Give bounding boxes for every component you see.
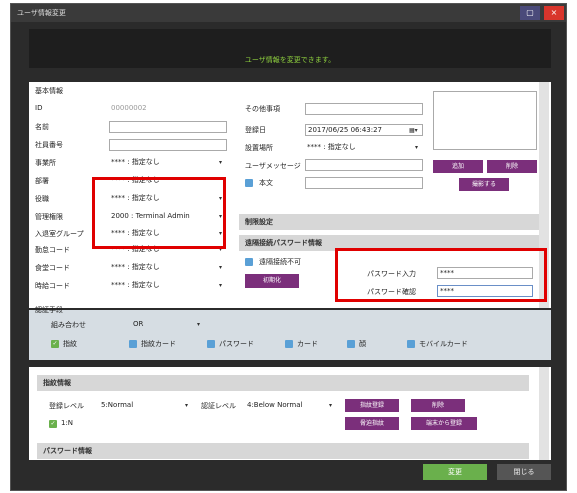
password-checkbox[interactable] xyxy=(207,340,215,348)
change-button[interactable]: 変更 xyxy=(423,464,487,480)
office-dropdown-icon[interactable]: ▾ xyxy=(219,159,222,166)
one-to-n-label: 1:N xyxy=(61,419,74,427)
remote-disable-label: 遠隔接続不可 xyxy=(259,258,301,266)
close-window-button[interactable]: × xyxy=(544,6,564,20)
combo-label: 組み合わせ xyxy=(51,321,86,329)
body-label: 本文 xyxy=(259,179,273,187)
department-label: 部署 xyxy=(35,177,49,185)
capture-button[interactable]: 撮影する xyxy=(459,178,509,191)
method-password: パスワード xyxy=(219,340,254,348)
admin-level-label: 管理権限 xyxy=(35,213,63,221)
fingerprint-header: 指紋情報 xyxy=(37,375,529,391)
combo-select[interactable]: OR xyxy=(133,318,193,330)
reg-date-label: 登録日 xyxy=(245,126,266,134)
highlight-box-right xyxy=(335,248,547,302)
auth-level-label: 認証レベル xyxy=(201,402,236,410)
password-info-header: パスワード情報 xyxy=(37,443,529,459)
reg-date-input[interactable]: 2017/06/25 06:43:27 xyxy=(305,124,423,136)
title-bar: ユーザ情報変更 ▢ × xyxy=(11,4,566,22)
fingerprint-register-button[interactable]: 指紋登録 xyxy=(345,399,399,412)
method-fingerprint-card: 指紋カード xyxy=(141,340,176,348)
message-input[interactable] xyxy=(305,159,423,171)
method-fingerprint: 指紋 xyxy=(63,340,77,348)
office-select[interactable]: **** : 指定なし xyxy=(111,156,223,168)
other-label: その他事項 xyxy=(245,105,280,113)
photo-add-button[interactable]: 追加 xyxy=(433,160,483,173)
fingerprint-card-checkbox[interactable] xyxy=(129,340,137,348)
fingerprint-panel: 指紋情報 登録レベル 5:Normal ▾ 認証レベル 4:Below Norm… xyxy=(29,367,551,460)
hourly-code-dropdown-icon[interactable]: ▾ xyxy=(219,282,222,289)
maximize-button[interactable]: ▢ xyxy=(520,6,540,20)
combo-dropdown-icon[interactable]: ▾ xyxy=(197,321,200,328)
banner-message: ユーザ情報を変更できます。 xyxy=(244,56,336,64)
hourly-code-select[interactable]: **** : 指定なし xyxy=(111,279,223,291)
method-mobile-card: モバイルカード xyxy=(419,340,468,348)
face-checkbox[interactable] xyxy=(347,340,355,348)
close-button[interactable]: 閉じる xyxy=(497,464,551,480)
name-label: 名前 xyxy=(35,123,49,131)
body-input[interactable] xyxy=(305,177,423,189)
body-checkbox[interactable] xyxy=(245,179,253,187)
fingerprint-checkbox[interactable]: ✓ xyxy=(51,340,59,348)
location-select[interactable]: **** : 指定なし xyxy=(307,141,417,153)
auth-level-select[interactable]: 4:Below Normal xyxy=(247,399,327,411)
office-label: 事業所 xyxy=(35,159,56,167)
card-checkbox[interactable] xyxy=(285,340,293,348)
calendar-icon[interactable]: ▦▾ xyxy=(409,127,418,134)
reg-level-dropdown-icon[interactable]: ▾ xyxy=(185,402,188,409)
lower-scrollbar[interactable] xyxy=(539,367,549,460)
name-input[interactable] xyxy=(109,121,227,133)
location-dropdown-icon[interactable]: ▾ xyxy=(415,144,418,151)
remote-disable-checkbox[interactable] xyxy=(245,258,253,266)
fingerprint-delete-button[interactable]: 削除 xyxy=(411,399,465,412)
employee-no-label: 社員番号 xyxy=(35,141,63,149)
reg-level-select[interactable]: 5:Normal xyxy=(101,399,171,411)
one-to-n-checkbox[interactable]: ✓ xyxy=(49,420,57,428)
highlight-box-left xyxy=(92,177,226,249)
attendance-code-label: 勤怠コード xyxy=(35,246,70,254)
method-face: 顔 xyxy=(359,340,366,348)
access-group-label: 入退室グループ xyxy=(35,230,84,238)
position-label: 役職 xyxy=(35,195,49,203)
register-from-terminal-button[interactable]: 端末から登録 xyxy=(411,417,477,430)
auth-level-dropdown-icon[interactable]: ▾ xyxy=(329,402,332,409)
restriction-header: 制限設定 xyxy=(239,214,545,230)
duress-fingerprint-button[interactable]: 脅迫指紋 xyxy=(345,417,399,430)
method-card: カード xyxy=(297,340,318,348)
window-title: ユーザ情報変更 xyxy=(17,9,66,17)
mobile-card-checkbox[interactable] xyxy=(407,340,415,348)
cafeteria-code-select[interactable]: **** : 指定なし xyxy=(111,261,223,273)
hourly-code-label: 時給コード xyxy=(35,282,70,290)
auth-methods-panel: 認証手段 組み合わせ OR ▾ ✓ 指紋 指紋カード パスワード カード 顔 モ… xyxy=(29,306,551,360)
info-banner: ユーザ情報を変更できます。 xyxy=(29,29,551,68)
message-label: ユーザメッセージ xyxy=(245,162,301,170)
employee-no-input[interactable] xyxy=(109,139,227,151)
reg-level-label: 登録レベル xyxy=(49,402,84,410)
user-photo xyxy=(433,91,537,150)
initialize-button[interactable]: 初期化 xyxy=(245,274,299,288)
location-label: 設置場所 xyxy=(245,144,273,152)
other-input[interactable] xyxy=(305,103,423,115)
basic-info-header: 基本情報 xyxy=(35,87,63,95)
auth-header: 認証手段 xyxy=(35,306,63,314)
cafeteria-code-dropdown-icon[interactable]: ▾ xyxy=(219,264,222,271)
photo-delete-button[interactable]: 削除 xyxy=(487,160,537,173)
id-label: ID xyxy=(35,104,43,112)
id-value: 00000002 xyxy=(111,104,147,112)
cafeteria-code-label: 食堂コード xyxy=(35,264,70,272)
